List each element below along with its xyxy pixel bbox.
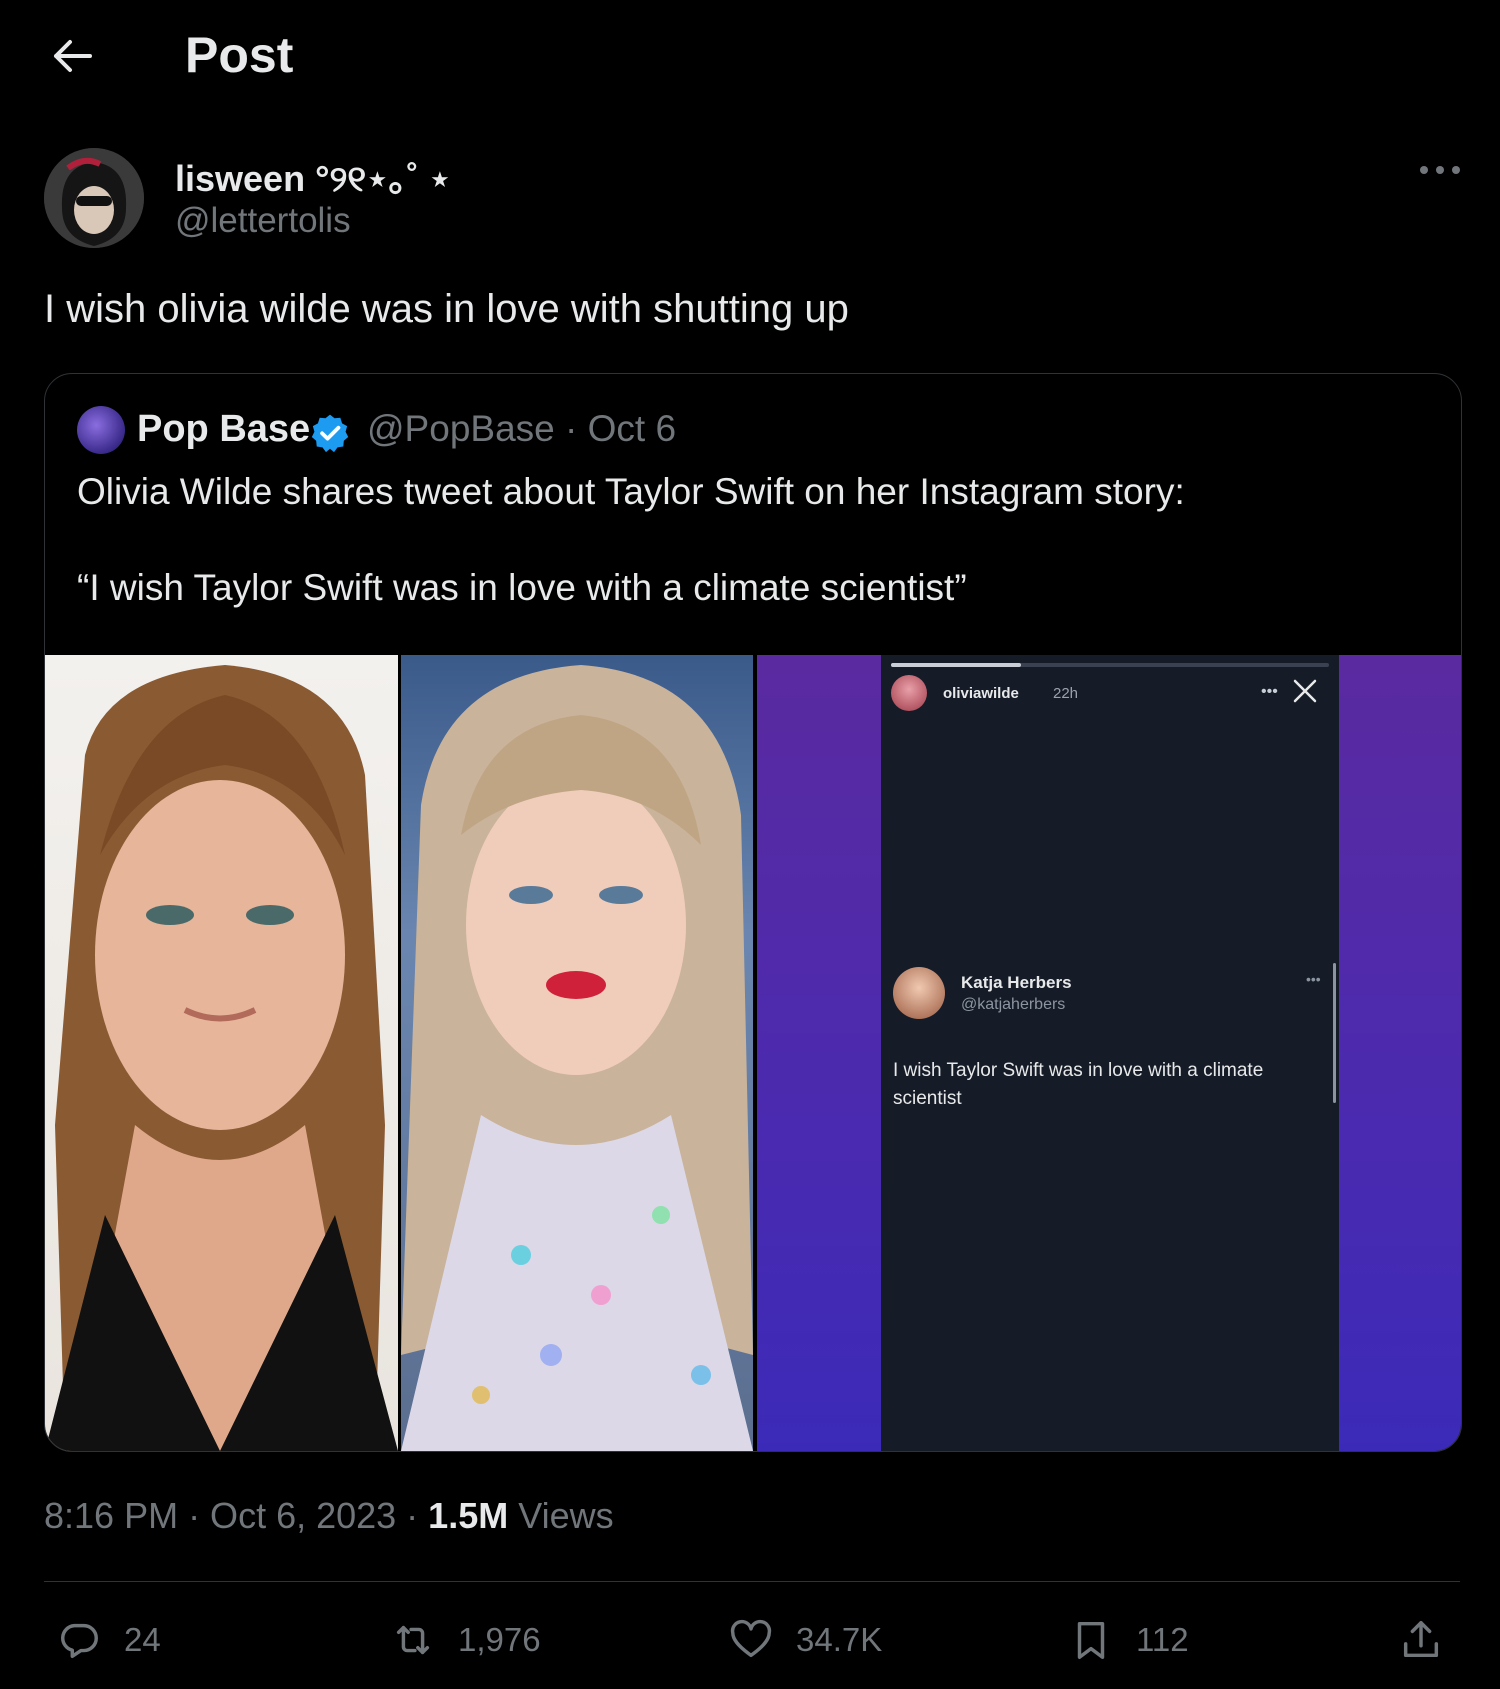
story-close-icon xyxy=(1293,679,1317,703)
story-avatar xyxy=(891,675,927,711)
reply-button[interactable]: 24 xyxy=(56,1610,161,1670)
story-progress xyxy=(891,663,1329,667)
embedded-tweet-handle: @katjaherbers xyxy=(961,996,1066,1013)
quoted-post-text: Olivia Wilde shares tweet about Taylor S… xyxy=(77,468,1437,612)
bookmark-count: 112 xyxy=(1136,1621,1189,1658)
author-avatar[interactable] xyxy=(44,148,144,248)
bookmark-button[interactable]: 112 xyxy=(1068,1610,1189,1670)
story-username: oliviawilde xyxy=(943,685,1019,702)
post-timestamp: 8:16 PM · Oct 6, 2023 · 1.5M Views xyxy=(44,1495,614,1537)
repost-icon xyxy=(396,1625,430,1655)
more-options-icon[interactable] xyxy=(1415,155,1465,185)
share-button[interactable] xyxy=(1398,1610,1444,1670)
avatar-image xyxy=(44,148,144,248)
views-count: 1.5M xyxy=(428,1495,509,1536)
quoted-post[interactable]: Pop Base @PopBase · Oct 6 Olivia Wilde s… xyxy=(44,373,1462,1452)
photo-illustration xyxy=(45,665,398,1451)
quoted-handle-date: @PopBase · Oct 6 xyxy=(367,408,677,449)
action-bar: 24 1,976 34.7K 112 xyxy=(0,1610,1500,1670)
verified-badge-icon xyxy=(311,414,349,453)
top-bar: Post xyxy=(0,0,1500,115)
heart-icon xyxy=(730,1619,772,1658)
bookmark-icon xyxy=(1077,1621,1105,1659)
reply-icon xyxy=(61,1623,98,1659)
like-count: 34.7K xyxy=(796,1621,883,1658)
share-icon xyxy=(1403,1621,1439,1658)
views-label: Views xyxy=(508,1495,614,1536)
embedded-more-icon: ••• xyxy=(1306,971,1321,987)
photo-olivia-wilde[interactable] xyxy=(45,655,398,1451)
story-scrollbar xyxy=(1333,963,1336,1103)
divider xyxy=(44,1581,1460,1582)
media-grid[interactable]: oliviawilde 22h ••• Katja Herbers @katja… xyxy=(45,655,1461,1451)
page-title: Post xyxy=(185,27,294,83)
quoted-author-avatar xyxy=(77,406,125,454)
repost-button[interactable]: 1,976 xyxy=(390,1610,541,1670)
quoted-text-line: “I wish Taylor Swift was in love with a … xyxy=(77,567,967,608)
author-display-name[interactable]: lisween °୨୧⋆｡˚ ⋆ xyxy=(175,150,451,202)
embedded-tweet-text: I wish Taylor Swift was in love with a c… xyxy=(893,1060,1264,1109)
instagram-story-screenshot[interactable]: oliviawilde 22h ••• Katja Herbers @katja… xyxy=(757,655,1461,1451)
story-more-icon: ••• xyxy=(1261,683,1278,700)
back-arrow-icon[interactable] xyxy=(44,28,100,84)
quoted-text-line: Olivia Wilde shares tweet about Taylor S… xyxy=(77,471,1185,512)
story-time: 22h xyxy=(1053,685,1079,702)
embedded-tweet-name: Katja Herbers xyxy=(961,973,1072,992)
author-handle[interactable]: @lettertolis xyxy=(175,201,351,241)
embedded-tweet-avatar xyxy=(893,967,945,1019)
quoted-author-name: Pop Base xyxy=(137,408,311,450)
reply-count: 24 xyxy=(124,1621,161,1658)
story-panel: oliviawilde 22h ••• Katja Herbers @katja… xyxy=(881,655,1339,1451)
post-text: I wish olivia wilde was in love with shu… xyxy=(44,287,849,331)
photo-illustration xyxy=(401,665,753,1451)
repost-count: 1,976 xyxy=(458,1621,541,1658)
photo-taylor-swift[interactable] xyxy=(401,655,753,1451)
post-time-date: 8:16 PM · Oct 6, 2023 · xyxy=(44,1495,429,1536)
like-button[interactable]: 34.7K xyxy=(728,1610,882,1670)
